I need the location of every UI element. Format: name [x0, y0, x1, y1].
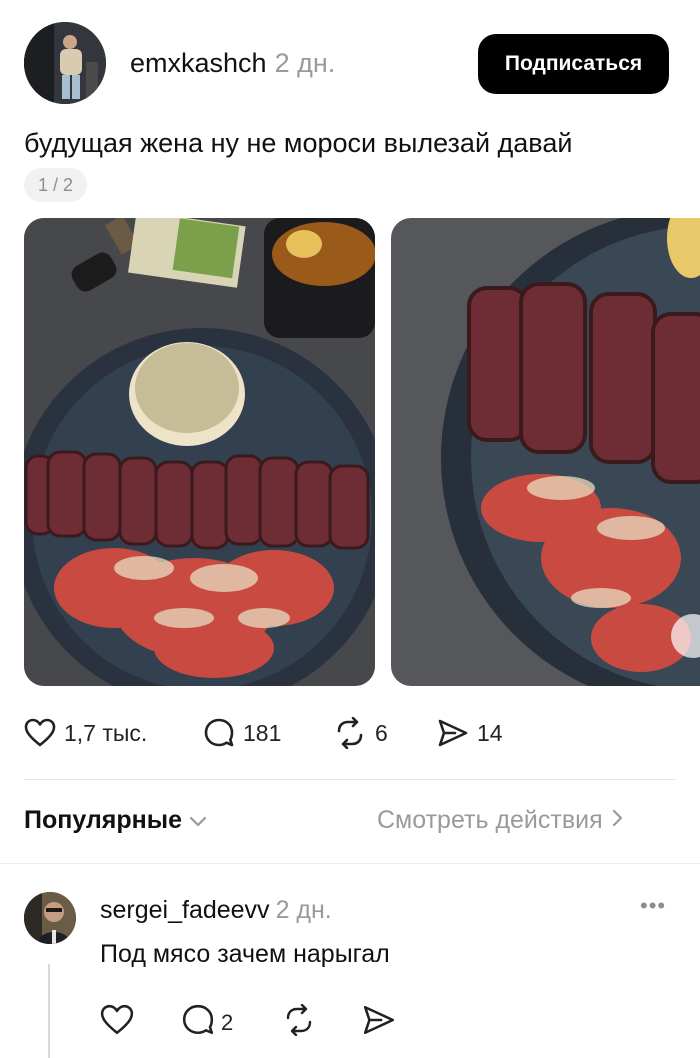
send-icon — [362, 1004, 396, 1042]
sort-label: Популярные — [24, 806, 183, 834]
repost-icon — [282, 1003, 316, 1042]
image-counter: 1 / 2 — [24, 168, 88, 202]
view-activity-link[interactable]: Смотреть действия — [377, 806, 623, 835]
comment-repost-button[interactable] — [282, 1003, 316, 1042]
heart-icon — [100, 1004, 134, 1042]
comment-time: 2 дн. — [275, 896, 332, 924]
post-author[interactable]: emxkashch 2 дн. — [130, 48, 335, 79]
share-count: 14 — [477, 719, 503, 746]
post-image-2[interactable] — [391, 218, 700, 686]
chevron-down-icon — [188, 806, 208, 835]
section-divider — [0, 863, 700, 864]
like-count: 1,7 тыс. — [64, 719, 148, 746]
post-caption: будущая жена ну не мороси вылезай давай — [24, 128, 573, 158]
sort-dropdown[interactable]: Популярные — [24, 806, 208, 835]
post-image-1[interactable] — [24, 218, 375, 686]
author-name[interactable]: emxkashch — [130, 48, 267, 78]
comment-reply-button[interactable]: 2 — [181, 1004, 233, 1042]
comment-author[interactable]: sergei_fadeevv — [100, 896, 270, 924]
post-time: 2 дн. — [274, 48, 336, 78]
comment-text: Под мясо зачем нарыгал — [100, 940, 390, 968]
comment-like-button[interactable] — [100, 1004, 134, 1042]
divider — [24, 779, 676, 780]
comment-share-button[interactable] — [362, 1004, 396, 1042]
reply-count: 181 — [243, 719, 282, 746]
comment-reply-count: 2 — [221, 1010, 234, 1035]
comment-avatar[interactable] — [24, 892, 76, 944]
activity-link-label: Смотреть действия — [377, 806, 603, 834]
more-dots-icon[interactable]: ••• — [640, 893, 666, 919]
like-button[interactable]: 1,7 тыс. — [24, 715, 147, 751]
comment-header[interactable]: sergei_fadeevv 2 дн. — [100, 896, 332, 925]
speech-bubble-icon — [181, 1003, 215, 1043]
thread-line — [48, 964, 50, 1058]
heart-icon — [24, 718, 56, 748]
speech-bubble-icon — [203, 717, 235, 749]
repost-icon — [333, 717, 367, 749]
share-button[interactable]: 14 — [437, 715, 503, 751]
chevron-right-icon — [611, 806, 623, 835]
reply-button[interactable]: 181 — [203, 715, 281, 751]
follow-button[interactable]: Подписаться — [478, 34, 669, 94]
send-icon — [437, 718, 469, 748]
repost-button[interactable]: 6 — [333, 715, 388, 751]
author-avatar[interactable] — [24, 22, 106, 104]
repost-count: 6 — [375, 719, 388, 746]
